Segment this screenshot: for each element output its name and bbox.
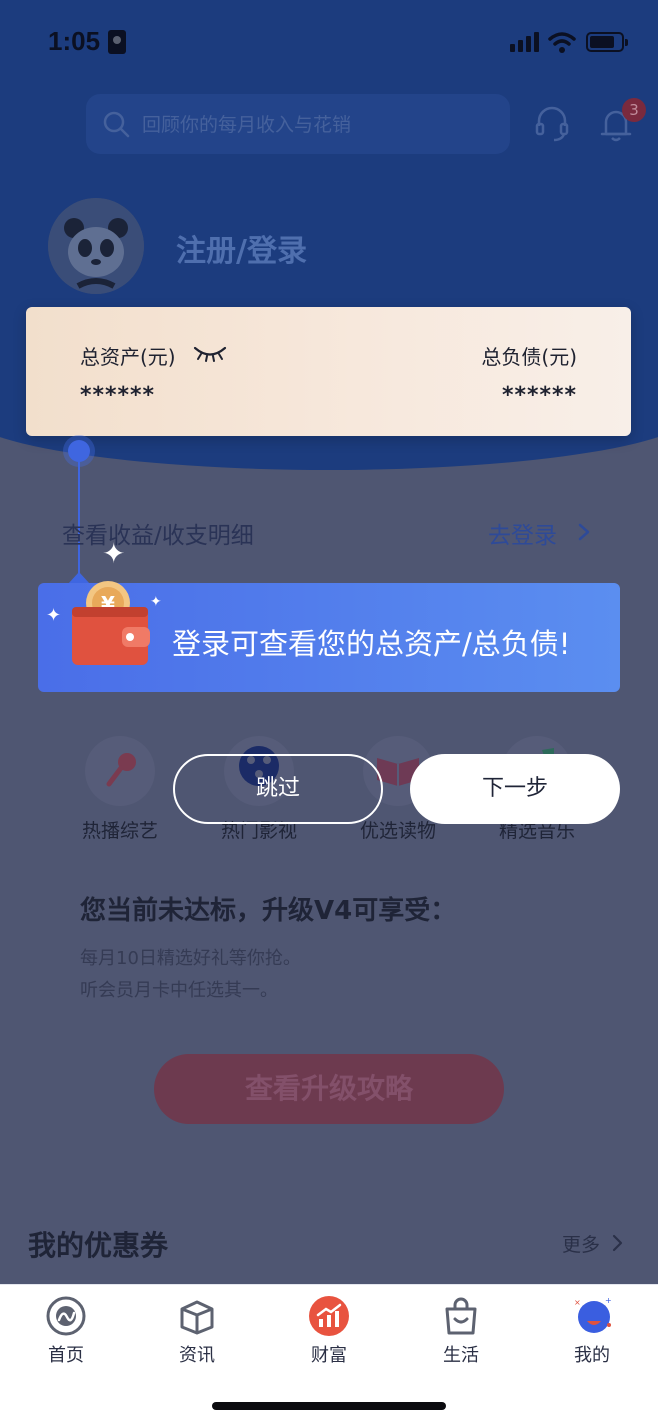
coupons-title: 我的优惠券 [28, 1229, 169, 1262]
wallet-coin-icon: ¥ [72, 581, 150, 665]
tab-label: 我的 [574, 1345, 610, 1366]
coupons-more-link[interactable]: 更多 [562, 1230, 600, 1257]
entry-label: 热播综艺 [81, 820, 158, 842]
status-bar: 1:05 [0, 0, 658, 84]
svg-text:×: × [574, 1298, 581, 1307]
chevron-right-icon[interactable] [574, 518, 594, 546]
microphone-icon [85, 736, 155, 806]
total-liabilities-label: 总负债(元) [481, 345, 577, 369]
total-assets-value: ****** [80, 383, 156, 408]
battery-icon [586, 32, 628, 52]
wealth-chart-icon [309, 1296, 349, 1336]
tab-mine[interactable]: × + 我的 [547, 1295, 637, 1367]
login-register-link[interactable]: 注册/登录 [176, 226, 307, 270]
sparkle-icon: ✦ [46, 605, 62, 626]
tab-life[interactable]: 生活 [416, 1295, 506, 1367]
next-step-button[interactable]: 下一步 [410, 754, 620, 824]
tab-home[interactable]: 首页 [21, 1295, 111, 1367]
tab-label: 生活 [443, 1345, 479, 1366]
customer-service-icon[interactable] [534, 104, 570, 144]
guide-message: 登录可查看您的总资产/总负债! [172, 627, 571, 661]
news-box-icon [180, 1300, 214, 1335]
level-benefit-2: 听会员月卡中任选其一。 [80, 980, 278, 1001]
cellular-signal-icon [510, 32, 540, 52]
sparkle-icon: ✦ [102, 537, 126, 570]
wifi-icon [548, 32, 576, 53]
guide-pointer-dot [68, 440, 90, 462]
guide-tooltip: ✦ ✦ ¥ 登录可查看您的总资产/总负债! [38, 581, 620, 692]
person-badge-icon [108, 30, 126, 54]
goto-login-link[interactable]: 去登录 [488, 516, 557, 550]
upgrade-guide-button[interactable]: 查看升级攻略 [154, 1054, 504, 1124]
search-icon [103, 111, 130, 138]
skip-button[interactable]: 跳过 [173, 754, 383, 824]
avatar[interactable] [48, 198, 144, 294]
tab-wealth[interactable]: 财富 [284, 1295, 374, 1367]
status-time: 1:05 [48, 26, 101, 56]
hidden-eye-icon[interactable] [192, 343, 228, 363]
level-title: 您当前未达标，升级V4可享受： [80, 896, 457, 926]
panda-avatar-icon [48, 198, 144, 294]
profile-planet-icon: × + [574, 1296, 612, 1333]
tab-label: 首页 [48, 1345, 84, 1366]
search-placeholder: 回顾你的每月收入与花销 [142, 114, 352, 136]
chevron-right-icon[interactable] [610, 1232, 626, 1254]
tab-label: 财富 [311, 1345, 347, 1366]
home-indicator [212, 1402, 446, 1410]
shopping-bag-icon [445, 1297, 477, 1335]
search-input[interactable]: 回顾你的每月收入与花销 [86, 94, 510, 154]
screen: 1:05 回顾你的每月收入与花销 3 注册/登录 总资产(元) 总负债(元) *… [0, 0, 658, 1424]
entry-variety-shows[interactable]: 热播综艺 [65, 736, 175, 843]
tab-label: 资讯 [179, 1345, 215, 1366]
tab-news[interactable]: 资讯 [152, 1295, 242, 1367]
total-liabilities-value: ****** [501, 383, 577, 408]
home-icon [46, 1296, 86, 1336]
asset-summary-card[interactable]: 总资产(元) 总负债(元) ****** ****** [26, 307, 631, 436]
notification-count-badge: 3 [622, 98, 646, 122]
income-detail-label: 查看收益/收支明细 [62, 523, 254, 549]
level-benefit-1: 每月10日精选好礼等你抢。 [80, 948, 301, 969]
total-assets-label: 总资产(元) [80, 345, 176, 369]
svg-text:+: + [605, 1296, 612, 1305]
